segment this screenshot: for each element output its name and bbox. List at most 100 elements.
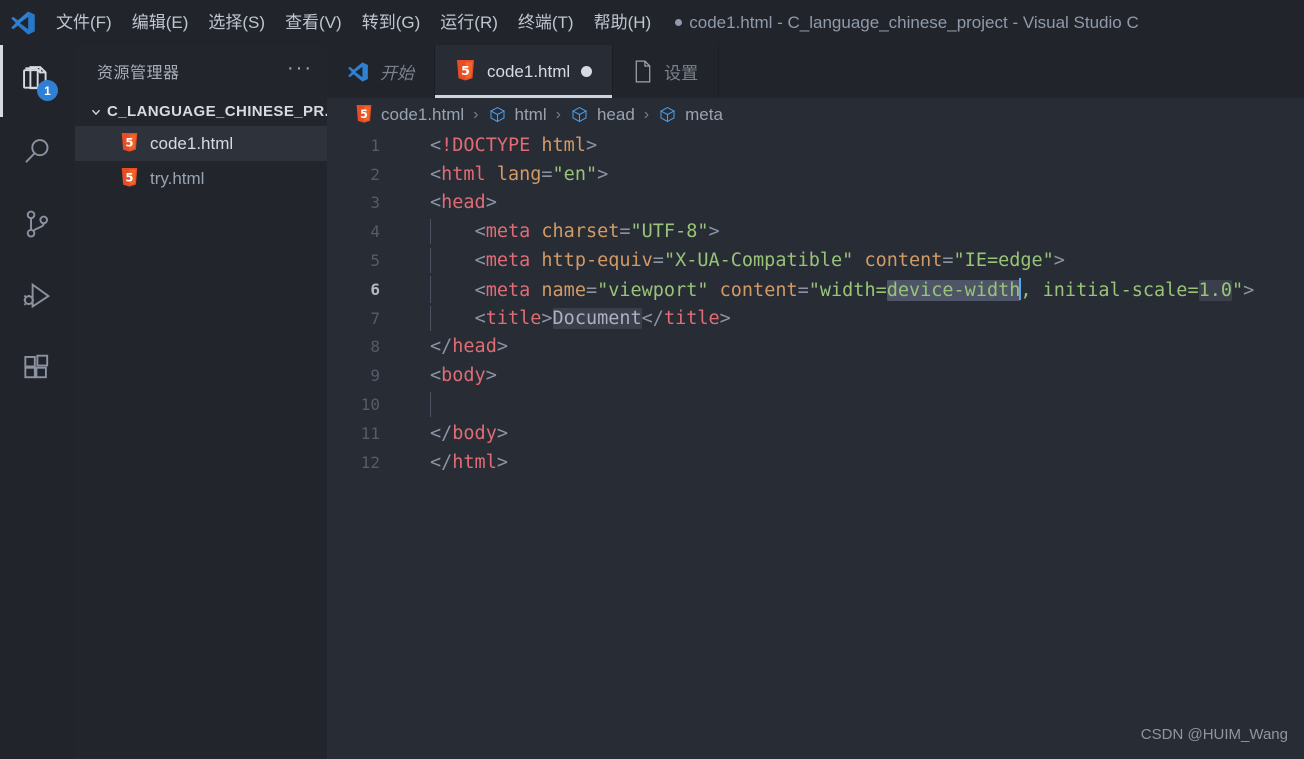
activity-item-search[interactable]	[0, 117, 75, 189]
breadcrumb-label: html	[514, 104, 547, 124]
line-number: 12	[360, 452, 380, 472]
code-token: >	[585, 134, 598, 156]
line-number: 9	[370, 366, 380, 386]
code-token: !DOCTYPE	[441, 134, 531, 156]
code-line[interactable]: 10	[327, 390, 1304, 419]
code-token: "en"	[552, 163, 598, 185]
explorer-file-code1[interactable]: 5 code1.html	[75, 126, 327, 161]
code-token: >	[1053, 250, 1065, 272]
menu-item-terminal[interactable]: 终端(T)	[508, 0, 584, 45]
line-number: 11	[360, 423, 380, 443]
code-token: head	[441, 192, 486, 214]
menu-item-help[interactable]: 帮助(H)	[584, 0, 662, 45]
breadcrumb-label: meta	[685, 104, 723, 124]
code-token: "	[1232, 279, 1244, 301]
extensions-icon	[23, 354, 48, 379]
tab-dirty-indicator-icon[interactable]	[581, 66, 593, 77]
menu-item-edit[interactable]: 编辑(E)	[122, 0, 199, 45]
vscode-logo-icon	[348, 61, 368, 82]
code-line-text: </head>	[388, 336, 508, 357]
code-line-text: <body>	[388, 365, 497, 386]
breadcrumb-label: head	[596, 104, 635, 124]
explorer-root-folder[interactable]: C_LANGUAGE_CHINESE_PR...	[75, 97, 338, 126]
code-token: html	[452, 451, 497, 473]
code-line[interactable]: 9 <body>	[327, 361, 1304, 390]
code-line[interactable]: 2 <html lang="en">	[327, 160, 1304, 189]
symbol-cube-icon	[660, 106, 676, 123]
file-icon	[635, 60, 651, 83]
activity-item-extensions[interactable]	[0, 333, 75, 405]
tab-settings[interactable]: 设置	[613, 45, 720, 98]
code-token: "width=	[808, 279, 887, 301]
run-and-debug-icon	[23, 282, 50, 309]
code-token: content	[719, 279, 798, 301]
code-token: html	[441, 163, 486, 185]
menu-item-run[interactable]: 运行(R)	[430, 0, 508, 45]
title-bar: 文件(F) 编辑(E) 选择(S) 查看(V) 转到(G) 运行(R) 终端(T…	[0, 0, 1304, 45]
code-editor[interactable]: 1 <!DOCTYPE html> 2 <html lang="en"> 3 <head>…	[327, 131, 1304, 759]
code-token: </	[430, 451, 453, 473]
code-line[interactable]: 4 <meta charset="UTF-8">	[327, 217, 1304, 246]
activity-item-run-and-debug[interactable]	[0, 261, 75, 333]
code-line-text: <head>	[388, 192, 497, 213]
menu-bar: 文件(F) 编辑(E) 选择(S) 查看(V) 转到(G) 运行(R) 终端(T…	[46, 0, 661, 45]
code-line[interactable]: 1 <!DOCTYPE html>	[327, 131, 1304, 160]
code-token: device-width	[886, 279, 1021, 301]
explorer-header: 资源管理器 ···	[75, 45, 327, 97]
html5-icon: 5	[356, 104, 372, 123]
activity-item-source-control[interactable]	[0, 189, 75, 261]
code-token: title	[663, 307, 720, 329]
explorer-sidebar: 资源管理器 ··· C_LANGUAGE_CHINESE_PR... 5 cod…	[75, 45, 338, 759]
code-token: meta	[485, 221, 531, 243]
code-token: Document	[552, 307, 642, 329]
code-token: http-equiv	[541, 250, 653, 272]
menu-item-selection[interactable]: 选择(S)	[198, 0, 275, 45]
code-token: >	[541, 307, 553, 329]
line-number: 1	[370, 135, 380, 155]
menu-item-view[interactable]: 查看(V)	[275, 0, 352, 45]
menu-item-go[interactable]: 转到(G)	[352, 0, 431, 45]
code-line[interactable]: 8 </head>	[327, 333, 1304, 362]
code-line[interactable]: 5 <meta http-equiv="X-UA-Compatible" con…	[327, 246, 1304, 275]
code-token: <	[474, 279, 486, 301]
tab-get-started[interactable]: 开始	[327, 45, 435, 98]
breadcrumb-item-html[interactable]: html	[488, 105, 547, 125]
svg-text:5: 5	[125, 171, 133, 185]
chevron-down-icon	[85, 105, 107, 119]
code-line[interactable]: 11 </body>	[327, 419, 1304, 448]
code-token: "IE=edge"	[953, 250, 1054, 272]
breadcrumb-separator-icon: ›	[555, 105, 561, 123]
code-token: <	[430, 134, 442, 156]
explorer-badge: 1	[37, 80, 58, 101]
vscode-window: 文件(F) 编辑(E) 选择(S) 查看(V) 转到(G) 运行(R) 终端(T…	[0, 0, 1304, 759]
code-line-text: </html>	[388, 452, 508, 473]
svg-text:5: 5	[360, 107, 368, 120]
tab-code1-html[interactable]: 5 code1.html	[435, 45, 614, 98]
code-line[interactable]: 3 <head>	[327, 189, 1304, 218]
code-token: content	[864, 250, 943, 272]
tab-label: 设置	[664, 64, 699, 83]
code-line[interactable]: 6 <meta name="viewport" content="width=d…	[327, 275, 1304, 304]
breadcrumb-item-file[interactable]: 5 code1.html	[355, 104, 464, 125]
code-token: "X-UA-Compatible"	[663, 250, 854, 272]
activity-item-explorer[interactable]: 1	[0, 45, 75, 117]
code-token: name	[541, 279, 586, 301]
code-line[interactable]: 12 </html>	[327, 448, 1304, 477]
breadcrumb-item-meta[interactable]: meta	[658, 105, 723, 125]
code-token: meta	[485, 250, 531, 272]
explorer-file-try[interactable]: 5 try.html	[75, 161, 327, 196]
code-token: =	[652, 250, 664, 272]
explorer-more-actions-button[interactable]: ···	[287, 58, 313, 79]
breadcrumb-item-head[interactable]: head	[570, 105, 635, 125]
code-line[interactable]: 7 <title>Document</title>	[327, 304, 1304, 333]
menu-item-file[interactable]: 文件(F)	[46, 0, 122, 45]
code-token: >	[496, 336, 508, 358]
code-line-text: <meta charset="UTF-8">	[388, 219, 720, 245]
